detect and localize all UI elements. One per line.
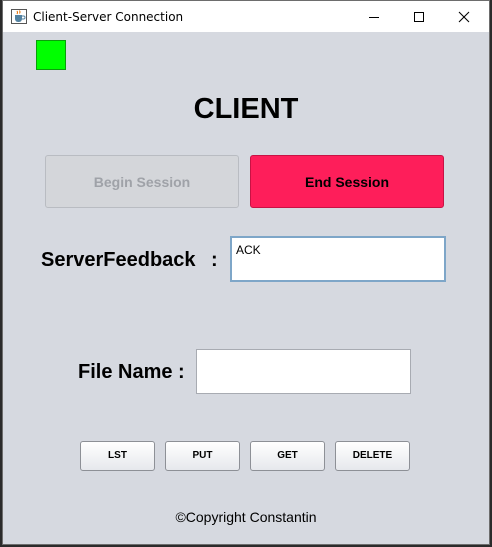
server-feedback-colon: : bbox=[211, 249, 218, 271]
close-icon bbox=[458, 11, 470, 23]
window-title: Client-Server Connection bbox=[33, 10, 184, 24]
get-button[interactable]: GET bbox=[250, 441, 325, 471]
java-cup-icon bbox=[11, 9, 27, 24]
minimize-button[interactable] bbox=[351, 1, 397, 32]
connection-status-indicator bbox=[36, 40, 66, 70]
minimize-icon bbox=[369, 17, 379, 18]
lst-button[interactable]: LST bbox=[80, 441, 155, 471]
begin-session-button[interactable]: Begin Session bbox=[45, 155, 239, 208]
copyright-text: ©Copyright Constantin bbox=[175, 509, 317, 525]
close-button[interactable] bbox=[441, 1, 487, 32]
delete-button[interactable]: DELETE bbox=[335, 441, 410, 471]
maximize-icon bbox=[414, 12, 424, 22]
file-name-input[interactable] bbox=[196, 349, 411, 394]
page-title: CLIENT bbox=[193, 93, 299, 125]
server-feedback-label: ServerFeedback bbox=[41, 249, 196, 271]
server-feedback-field[interactable]: ACK bbox=[230, 236, 446, 282]
title-bar[interactable]: Client-Server Connection bbox=[3, 1, 489, 32]
maximize-button[interactable] bbox=[396, 1, 442, 32]
end-session-button[interactable]: End Session bbox=[250, 155, 444, 208]
file-name-label: File Name : bbox=[78, 361, 185, 383]
client-window: Client-Server Connection CLIENT Begin Se… bbox=[2, 0, 490, 545]
put-button[interactable]: PUT bbox=[165, 441, 240, 471]
